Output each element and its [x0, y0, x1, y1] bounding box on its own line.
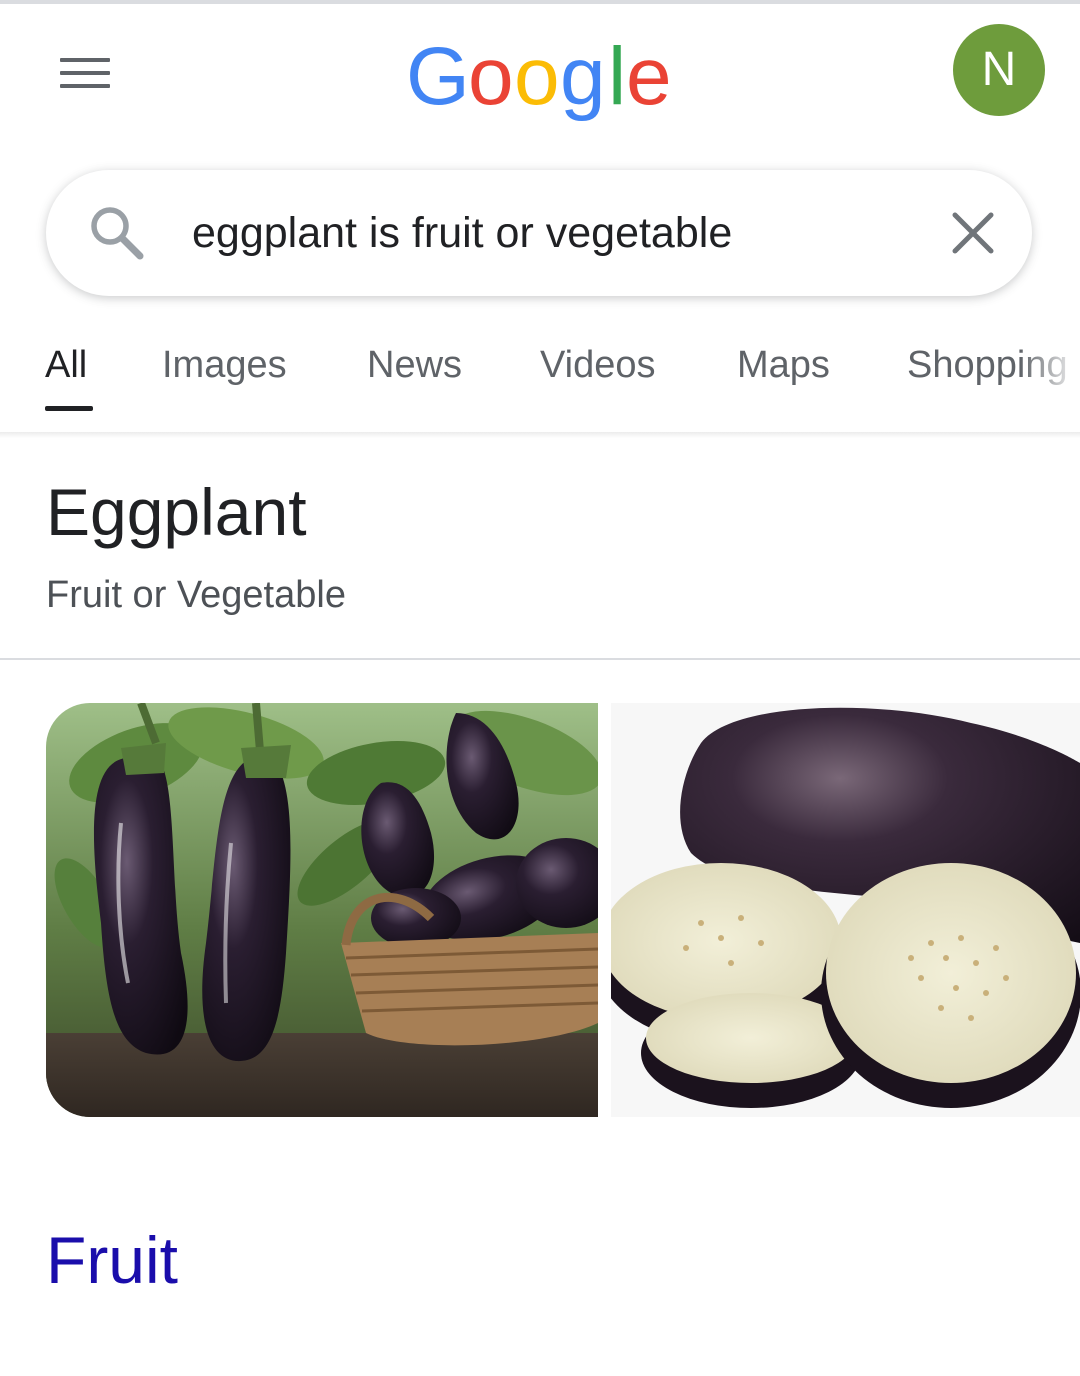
tab-news[interactable]: News — [367, 344, 462, 387]
tab-maps[interactable]: Maps — [737, 344, 830, 387]
tab-all[interactable]: All — [45, 344, 87, 387]
logo-letter: l — [608, 31, 626, 122]
sliced-eggplant-illustration — [611, 703, 1080, 1117]
knowledge-panel-title: Eggplant — [46, 475, 307, 549]
logo-letter: e — [626, 31, 672, 122]
knowledge-panel-divider — [0, 658, 1080, 660]
eggplant-plant-image[interactable] — [46, 703, 598, 1117]
tabs-divider — [0, 432, 1080, 438]
sliced-eggplant-image[interactable] — [611, 703, 1080, 1117]
menu-line — [60, 58, 110, 62]
search-input[interactable] — [192, 202, 912, 264]
logo-letter: o — [514, 31, 560, 122]
tabs-scroll-fade — [1020, 330, 1080, 434]
answer-link[interactable]: Fruit — [46, 1222, 178, 1298]
tab-images[interactable]: Images — [162, 344, 287, 387]
google-logo[interactable]: G o o g l e — [404, 26, 674, 136]
account-avatar[interactable]: N — [953, 24, 1045, 116]
menu-line — [60, 84, 110, 88]
hamburger-menu-icon[interactable] — [56, 54, 114, 94]
tab-videos[interactable]: Videos — [540, 344, 656, 387]
search-bar — [46, 170, 1032, 296]
logo-letter: g — [560, 31, 606, 122]
search-icon[interactable] — [88, 204, 146, 262]
logo-letter: o — [468, 31, 514, 122]
menu-line — [60, 71, 110, 75]
logo-letter: G — [406, 31, 470, 122]
eggplant-plant-illustration — [46, 703, 598, 1117]
close-icon[interactable] — [946, 206, 1000, 260]
top-rule — [0, 0, 1080, 4]
active-tab-indicator — [45, 406, 93, 411]
search-tabs: All Images News Videos Maps Shopping — [0, 330, 1080, 434]
knowledge-panel-subtitle: Fruit or Vegetable — [46, 574, 346, 616]
